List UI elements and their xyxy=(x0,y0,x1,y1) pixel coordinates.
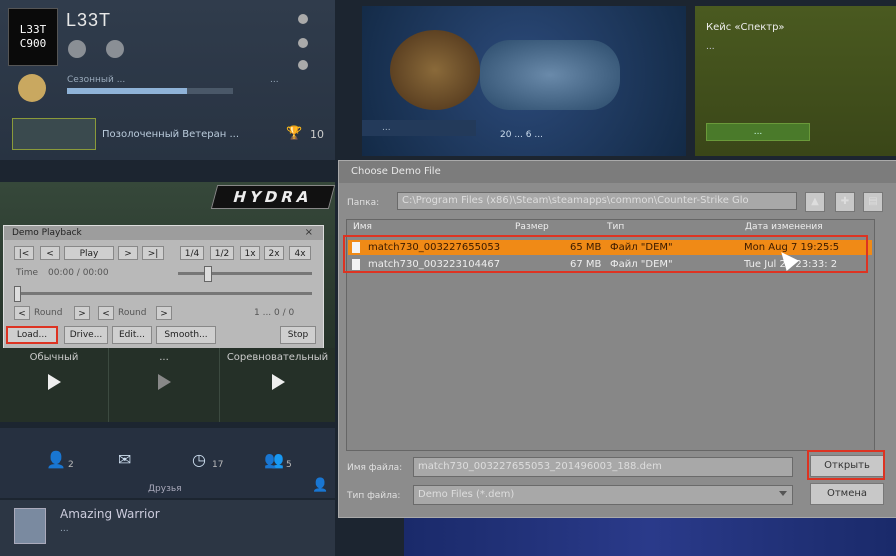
promo-body: ... xyxy=(706,42,715,52)
lookin-label: Папка: xyxy=(347,198,380,208)
clock-icon[interactable]: ◷ xyxy=(192,450,206,469)
time-label: Time xyxy=(16,268,39,278)
filetype-select[interactable]: Demo Files (*.dem) xyxy=(413,485,793,505)
speed-quad-button[interactable]: 4x xyxy=(289,246,311,260)
round-back-button-2[interactable]: < xyxy=(98,306,114,320)
demo-playback-window: Demo Playback × |< < Play > >| 1/4 1/2 1… xyxy=(3,225,324,350)
speed-double-button[interactable]: 2x xyxy=(264,246,284,260)
speed-half-button[interactable]: 1/2 xyxy=(210,246,234,260)
dialog-title: Choose Demo File xyxy=(339,161,896,183)
friend-avatar xyxy=(14,508,46,544)
rank-progress-bar xyxy=(67,88,233,94)
col-size[interactable]: Размер xyxy=(515,222,549,232)
drive-button[interactable]: Drive... xyxy=(64,326,108,344)
mode-label: ... xyxy=(159,352,169,363)
tick-value: 1 ... 0 / 0 xyxy=(254,308,295,318)
view-menu-icon[interactable]: ▤ xyxy=(863,192,883,212)
time-value: 00:00 / 00:00 xyxy=(48,268,109,278)
step-forward-button[interactable]: > xyxy=(118,246,138,260)
play-icon xyxy=(271,374,285,390)
friends-label: Друзья xyxy=(148,484,182,494)
smooth-button[interactable]: Smooth... xyxy=(156,326,216,344)
avatar[interactable]: L33T C900 xyxy=(8,8,58,66)
settings-icon[interactable] xyxy=(298,38,308,48)
friends-icon[interactable]: 👤 xyxy=(46,450,66,469)
info-icon[interactable] xyxy=(298,60,308,70)
goto-start-button[interactable]: |< xyxy=(14,246,34,260)
filetype-label: Тип файла: xyxy=(347,491,401,501)
badge-icon[interactable] xyxy=(68,40,86,58)
cancel-button[interactable]: Отмена xyxy=(810,483,884,505)
sticker-icon xyxy=(390,30,480,110)
play-icon xyxy=(158,374,171,390)
status-icon[interactable] xyxy=(298,14,308,24)
mode-label: Обычный xyxy=(29,352,79,363)
new-folder-icon[interactable]: ✚ xyxy=(835,192,855,212)
rank-icon xyxy=(18,74,46,102)
playback-title: Demo Playback xyxy=(4,226,323,240)
trophy-count: 10 xyxy=(310,128,324,141)
medal-icon[interactable] xyxy=(12,118,96,150)
round-label: Round xyxy=(34,308,63,318)
rank-progress-fill xyxy=(67,88,187,94)
friend-name: Amazing Warrior xyxy=(60,507,160,521)
group-icon[interactable]: 👥 xyxy=(264,450,284,469)
xp-text: ... xyxy=(270,75,279,85)
lookin-field[interactable]: C:\Program Files (x86)\Steam\steamapps\c… xyxy=(397,192,797,210)
col-name[interactable]: Имя xyxy=(353,222,372,232)
medal-text: Позолоченный Ветеран ... xyxy=(102,129,240,140)
timeline-handle[interactable] xyxy=(14,286,21,302)
team-photo xyxy=(404,516,896,556)
filename-field[interactable]: match730_003227655053_201496003_188.dem xyxy=(413,457,793,477)
friends-count: 2 xyxy=(68,460,74,470)
groups-count: 5 xyxy=(286,460,292,470)
avatar-text: L33T C900 xyxy=(19,23,47,50)
round-forward-button[interactable]: > xyxy=(74,306,90,320)
news-info: 20 ... 6 ... xyxy=(500,130,543,140)
open-highlight-box xyxy=(807,450,885,480)
mode-middle[interactable]: ... xyxy=(109,348,220,422)
step-back-button[interactable]: < xyxy=(40,246,60,260)
friend-status: ... xyxy=(60,524,69,534)
stickers-group-icon xyxy=(480,40,620,110)
mode-competitive[interactable]: Соревновательный xyxy=(220,348,335,422)
mode-label: Соревновательный xyxy=(226,352,329,363)
username[interactable]: L33T xyxy=(66,10,111,31)
round-label-2: Round xyxy=(118,308,147,318)
hydra-logo: HYDRA xyxy=(210,185,336,209)
mode-casual[interactable]: Обычный xyxy=(0,348,109,422)
stop-button[interactable]: Stop xyxy=(280,326,316,344)
play-button[interactable]: Play xyxy=(64,246,114,260)
playback-close-button[interactable]: × xyxy=(305,227,313,238)
trophy-icon: 🏆 xyxy=(286,126,303,141)
online-count: 17 xyxy=(212,460,224,470)
file-dialog: Choose Demo File Папка: C:\Program Files… xyxy=(338,160,896,518)
news-caption-text: ... xyxy=(382,123,391,133)
col-type[interactable]: Тип xyxy=(607,222,624,232)
promo-button[interactable]: ... xyxy=(706,123,810,141)
round-forward-button-2[interactable]: > xyxy=(156,306,172,320)
pin-icon[interactable] xyxy=(106,40,124,58)
rank-text: Сезонный ... xyxy=(67,75,126,85)
filename-label: Имя файла: xyxy=(347,463,403,473)
game-modes-row: Обычный ... Соревновательный xyxy=(0,348,335,422)
chevron-down-icon[interactable] xyxy=(779,491,787,496)
promo-title: Кейс «Спектр» xyxy=(706,22,785,33)
round-back-button[interactable]: < xyxy=(14,306,30,320)
edit-button[interactable]: Edit... xyxy=(112,326,152,344)
col-modified[interactable]: Дата изменения xyxy=(745,222,823,232)
news-caption[interactable]: ... xyxy=(362,120,476,136)
timeline-slider[interactable] xyxy=(14,292,312,295)
add-friend-icon[interactable]: 👤 xyxy=(312,478,328,493)
speed-slider[interactable] xyxy=(178,272,312,275)
load-button[interactable]: Load... xyxy=(6,326,58,344)
play-icon xyxy=(48,374,61,390)
speed-slider-handle[interactable] xyxy=(204,266,212,282)
friend-row[interactable] xyxy=(0,500,335,556)
speed-quarter-button[interactable]: 1/4 xyxy=(180,246,204,260)
goto-end-button[interactable]: >| xyxy=(142,246,164,260)
up-folder-icon[interactable]: ▲ xyxy=(805,192,825,212)
mail-icon[interactable]: ✉ xyxy=(118,450,131,469)
speed-normal-button[interactable]: 1x xyxy=(240,246,260,260)
